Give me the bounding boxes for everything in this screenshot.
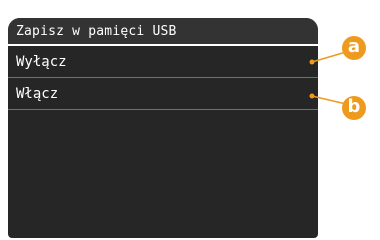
usb-save-screen: Zapisz w pamięci USB Wyłącz Włącz — [8, 18, 318, 238]
callout-badge-a: a — [342, 36, 366, 60]
option-off[interactable]: Wyłącz — [8, 46, 318, 78]
title-bar: Zapisz w pamięci USB — [8, 18, 318, 46]
callout-badge-b: b — [342, 96, 366, 120]
option-on[interactable]: Włącz — [8, 78, 318, 110]
screen-title: Zapisz w pamięci USB — [16, 24, 177, 39]
option-off-label: Wyłącz — [16, 54, 67, 70]
option-on-label: Włącz — [16, 86, 59, 102]
